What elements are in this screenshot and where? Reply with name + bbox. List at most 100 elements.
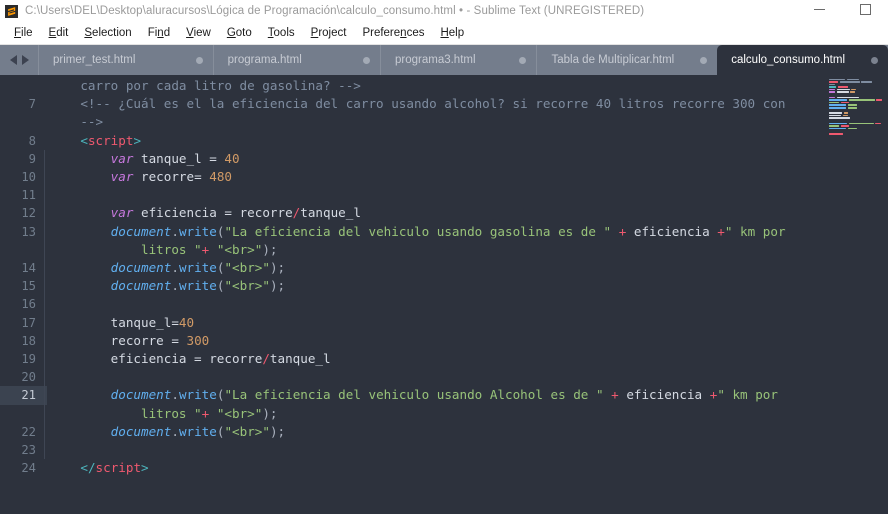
code-text[interactable]: var tanque_l = 40 xyxy=(44,149,826,169)
tab-programa-html[interactable]: programa.html xyxy=(212,45,380,75)
code-text[interactable] xyxy=(44,441,826,460)
code-line[interactable]: 10 var recorre= 480 xyxy=(0,168,826,187)
minimap-segment xyxy=(843,112,848,114)
menu-item-file[interactable]: File xyxy=(6,25,41,41)
editor-area: carro por cada litro de gasolina? --> 7 <… xyxy=(0,75,888,514)
code-token: > xyxy=(133,132,142,148)
line-number: 16 xyxy=(21,297,36,312)
minimize-button[interactable] xyxy=(796,0,842,22)
line-number: 19 xyxy=(21,352,36,367)
code-line[interactable]: litros "+ "<br>"); xyxy=(0,240,826,260)
code-view[interactable]: carro por cada litro de gasolina? --> 7 <… xyxy=(0,75,826,514)
code-line[interactable]: 18 recorre = 300 xyxy=(0,331,826,351)
code-text[interactable]: <script> xyxy=(47,132,826,150)
tab-primer-test-html[interactable]: primer_test.html xyxy=(38,45,213,75)
code-line[interactable]: 11 xyxy=(0,186,826,205)
line-number: 22 xyxy=(21,424,36,439)
code-text[interactable]: var recorre= 480 xyxy=(44,168,826,187)
code-line[interactable]: 16 xyxy=(0,295,826,314)
maximize-button[interactable] xyxy=(842,0,888,22)
code-text[interactable] xyxy=(44,368,826,387)
code-line[interactable]: 23 xyxy=(0,441,826,460)
tab-close-dot-icon[interactable] xyxy=(700,56,708,64)
code-token: . xyxy=(171,260,179,276)
tab-close-dot-icon[interactable] xyxy=(363,56,370,64)
minimap-segment xyxy=(829,81,838,83)
menu-item-find[interactable]: Find xyxy=(140,25,178,41)
code-line[interactable]: 22 document.write("<br>"); xyxy=(0,422,826,442)
code-token: var xyxy=(110,205,134,221)
code-line[interactable]: 24 </script> xyxy=(0,459,826,477)
code-token: carro por cada litro de gasolina? --> xyxy=(50,78,361,93)
next-tab-icon[interactable] xyxy=(21,55,29,65)
code-line[interactable]: 15 document.write("<br>"); xyxy=(0,277,826,296)
menu-item-goto[interactable]: Goto xyxy=(219,25,260,41)
code-line[interactable]: 9 var tanque_l = 40 xyxy=(0,149,826,169)
code-token: write xyxy=(178,278,217,294)
code-text[interactable]: var eficiencia = recorre/tanque_l xyxy=(44,204,826,223)
minimap-segment xyxy=(837,86,848,88)
tab-close-dot-icon[interactable] xyxy=(871,56,878,64)
code-token: ) xyxy=(269,423,278,439)
code-line[interactable]: 8 <script> xyxy=(0,132,826,150)
tab-tabla-de-multiplicar-html[interactable]: Tabla de Multiplicar.html xyxy=(536,45,717,75)
code-text[interactable]: --> xyxy=(47,113,826,131)
code-token: document xyxy=(110,423,172,439)
code-token: "La eficiencia del vehiculo usando Alcoh… xyxy=(224,387,604,403)
menu-item-project[interactable]: Project xyxy=(303,25,355,41)
tab-close-dot-icon[interactable] xyxy=(195,56,203,64)
code-line[interactable]: 19 eficiencia = recorre/tanque_l xyxy=(0,350,826,369)
code-text[interactable]: document.write("<br>"); xyxy=(44,277,826,296)
menu-item-tools[interactable]: Tools xyxy=(260,25,303,41)
code-token: document xyxy=(110,387,172,403)
code-line[interactable]: litros "+ "<br>"); xyxy=(0,404,826,423)
code-text[interactable]: </script> xyxy=(47,459,826,477)
code-line[interactable]: carro por cada litro de gasolina? --> xyxy=(0,77,826,95)
minimap-segment xyxy=(829,122,847,125)
code-token: . xyxy=(171,423,179,439)
menu-item-view[interactable]: View xyxy=(178,25,219,41)
code-text[interactable]: tanque_l=40 xyxy=(44,313,826,332)
indent-guide xyxy=(44,149,45,169)
code-text[interactable]: document.write("La eficiencia del vehicu… xyxy=(44,386,826,405)
code-line[interactable]: 13 document.write("La eficiencia del veh… xyxy=(0,222,826,241)
code-line[interactable]: 14 document.write("<br>"); xyxy=(0,259,826,278)
code-text[interactable]: <!-- ¿Cuál es el la eficiencia del carro… xyxy=(47,95,826,113)
code-line[interactable]: 7 <!-- ¿Cuál es el la eficiencia del car… xyxy=(0,95,826,113)
tab-calculo-consumo-html[interactable]: calculo_consumo.html xyxy=(717,45,888,75)
code-text[interactable] xyxy=(44,295,826,314)
code-token: 40 xyxy=(178,314,195,330)
tab-close-dot-icon[interactable] xyxy=(519,56,527,64)
code-token: < xyxy=(80,460,88,476)
line-number: 8 xyxy=(28,133,36,148)
code-text[interactable]: document.write("<br>"); xyxy=(44,259,826,278)
code-text[interactable]: litros "+ "<br>"); xyxy=(44,404,826,423)
code-text[interactable]: document.write("La eficiencia del vehicu… xyxy=(44,222,826,241)
code-text[interactable]: carro por cada litro de gasolina? --> xyxy=(47,77,826,95)
code-text[interactable]: eficiencia = recorre/tanque_l xyxy=(44,350,826,369)
code-token: + xyxy=(603,387,627,403)
menu-item-edit[interactable]: Edit xyxy=(41,25,77,41)
code-text[interactable]: recorre = 300 xyxy=(44,331,826,351)
minimap[interactable] xyxy=(826,75,888,514)
tab-list: primer_test.html programa.html programa3.h… xyxy=(38,45,888,75)
tab-programa3-html[interactable]: programa3.html xyxy=(380,45,536,75)
menu-item-help[interactable]: Help xyxy=(432,25,472,41)
tab-label: primer_test.html xyxy=(53,54,136,66)
code-text[interactable] xyxy=(44,186,826,205)
code-text[interactable]: litros "+ "<br>"); xyxy=(44,240,826,260)
tab-nav-arrows[interactable] xyxy=(0,45,38,75)
menu-item-preferences[interactable]: Preferences xyxy=(354,25,432,41)
code-token: eficiencia xyxy=(626,387,703,403)
code-token: tanque_l xyxy=(133,150,210,166)
menu-item-selection[interactable]: Selection xyxy=(76,25,139,41)
code-line[interactable]: 21 document.write("La eficiencia del veh… xyxy=(0,386,826,405)
code-text[interactable]: document.write("<br>"); xyxy=(44,422,826,442)
previous-tab-icon[interactable] xyxy=(9,55,17,65)
code-line[interactable]: 12 var eficiencia = recorre/tanque_l xyxy=(0,204,826,223)
code-line[interactable]: 17 tanque_l=40 xyxy=(0,313,826,332)
code-line[interactable]: 20 xyxy=(0,368,826,387)
code-line[interactable]: --> xyxy=(0,113,826,131)
